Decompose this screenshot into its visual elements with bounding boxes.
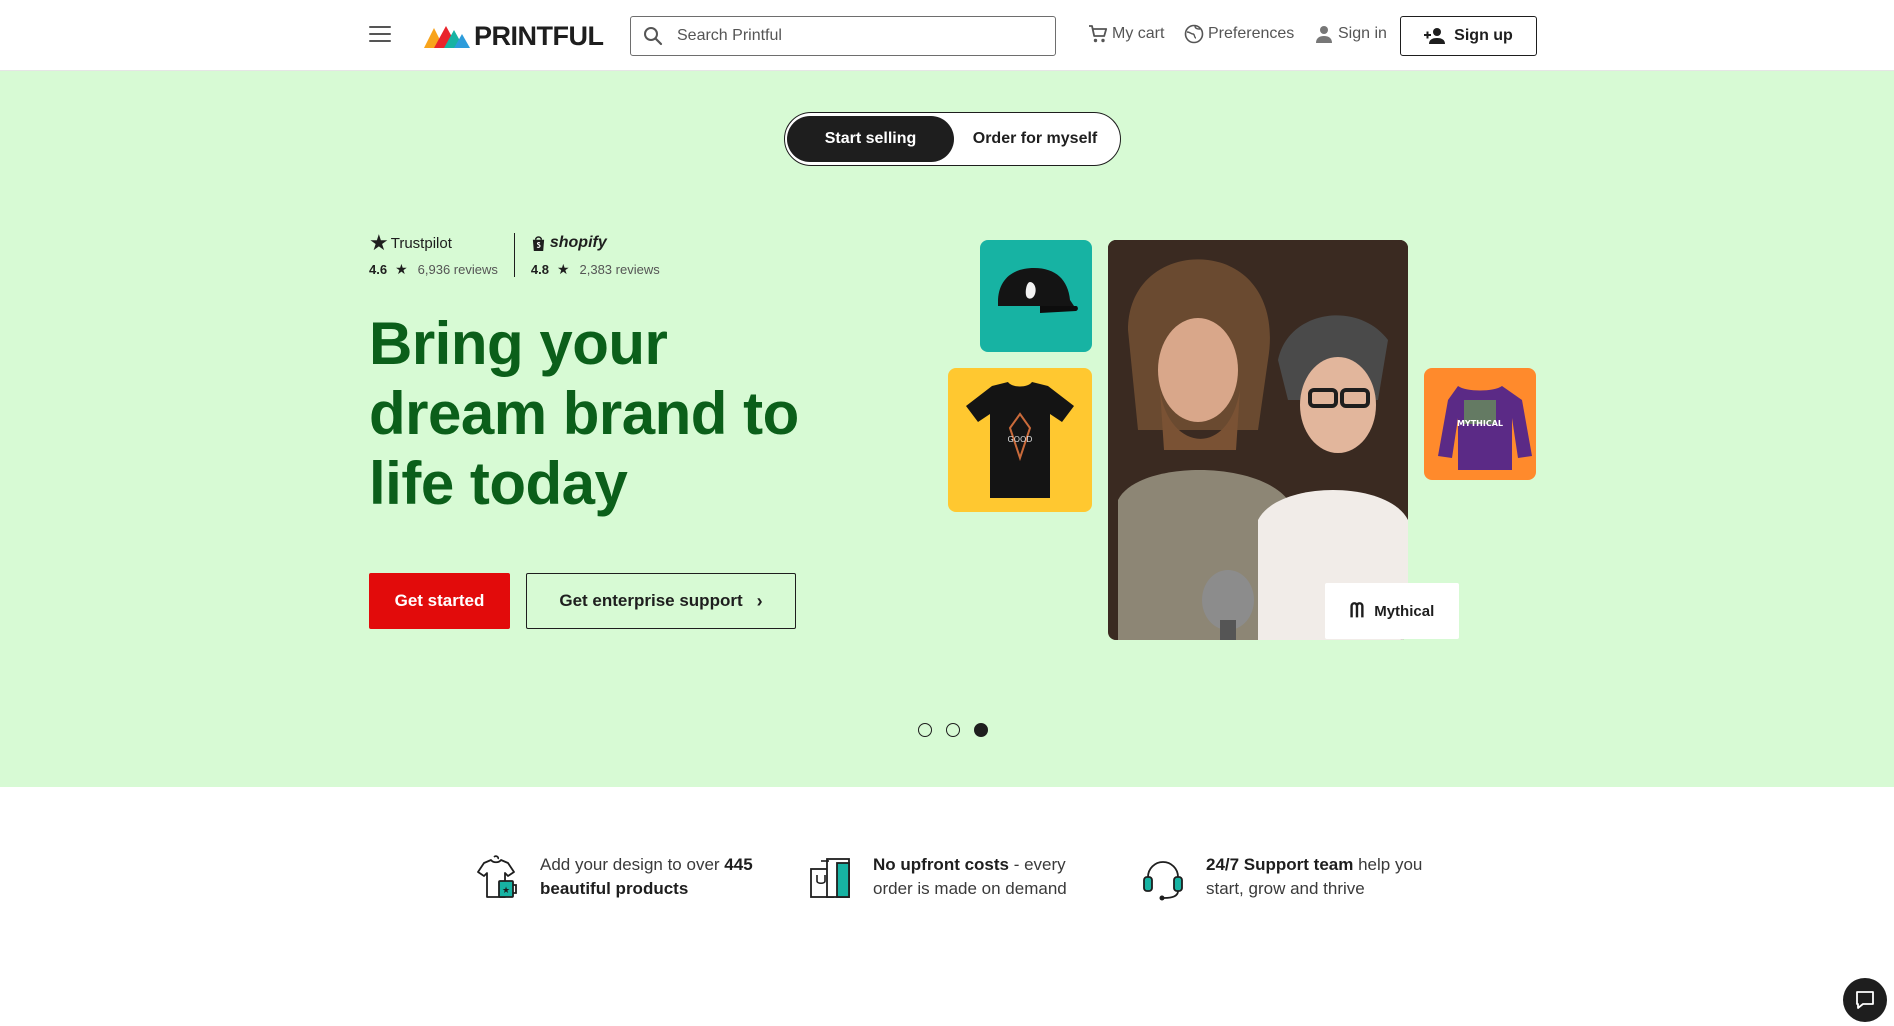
get-started-button[interactable]: Get started — [369, 573, 510, 629]
purple-sweatshirt-image: MYTHICAL — [1424, 368, 1536, 480]
svg-text:GOOD: GOOD — [1008, 435, 1033, 444]
sign-up-button[interactable]: Sign up — [1400, 16, 1537, 56]
shopify-rating[interactable]: shopify 4.8 ★ 2,383 reviews — [531, 231, 660, 278]
svg-text:MYTHICAL: MYTHICAL — [1457, 419, 1503, 428]
star-icon: ★ — [556, 261, 570, 277]
user-icon — [1316, 26, 1332, 43]
star-icon: ★ — [395, 261, 408, 277]
chevron-right-icon: › — [756, 590, 763, 611]
site-header: PRINTFUL My cart Preferences Sign in — [0, 0, 1894, 71]
carousel-dot-3[interactable] — [974, 723, 988, 737]
enterprise-support-button[interactable]: Get enterprise support › — [526, 573, 796, 629]
logo-wordmark: PRINTFUL — [474, 20, 604, 51]
chat-bubble-icon — [1856, 991, 1874, 1009]
shopping-bag-icon — [810, 858, 850, 898]
mythical-hosts-photo — [1108, 240, 1408, 640]
add-user-icon — [1424, 28, 1446, 44]
hero-section: Start selling Order for myself ★ Trustpi… — [0, 71, 1894, 787]
globe-icon — [1184, 24, 1204, 44]
shopify-bag-icon — [532, 235, 544, 251]
cart-icon — [1089, 25, 1108, 43]
hero-headline: Bring your dream brand to life today — [369, 310, 799, 517]
shopify-reviews: 2,383 reviews — [579, 262, 660, 277]
my-cart-label: My cart — [1112, 25, 1165, 42]
sign-in-link[interactable]: Sign in — [1314, 24, 1387, 44]
search-icon — [644, 27, 663, 46]
feature-costs-highlight: No upfront costs — [873, 855, 1009, 874]
start-selling-tab[interactable]: Start selling — [787, 116, 954, 162]
feature-no-upfront-costs: No upfront costs - every order is made o… — [807, 853, 1093, 901]
tshirt-mug-icon: ★ — [477, 855, 517, 898]
mythical-logo-icon: ᗰ — [1349, 599, 1365, 622]
mythical-brand-badge: ᗰ Mythical — [1325, 583, 1459, 639]
chat-widget-button[interactable] — [1843, 978, 1887, 1022]
svg-text:★: ★ — [502, 886, 510, 896]
search-box[interactable] — [630, 16, 1056, 56]
shopify-brand: shopify — [549, 234, 607, 251]
menu-icon[interactable] — [369, 26, 391, 44]
shopify-score: 4.8 — [530, 262, 549, 277]
feature-products: ★ Add your design to over 445 beautiful … — [474, 853, 780, 901]
preferences-link[interactable]: Preferences — [1184, 24, 1294, 44]
feature-products-text: Add your design to over — [540, 855, 725, 874]
audience-toggle: Start selling Order for myself — [784, 112, 1121, 166]
preferences-label: Preferences — [1208, 25, 1295, 42]
feature-support: 24/7 Support team help you start, grow a… — [1140, 853, 1456, 901]
enterprise-support-label: Get enterprise support — [559, 591, 743, 610]
sign-up-label: Sign up — [1454, 27, 1513, 44]
printful-logo-mark-icon — [424, 26, 470, 48]
trustpilot-star-icon: ★ — [369, 230, 389, 255]
printful-logo[interactable]: PRINTFUL — [424, 20, 604, 51]
ratings-divider — [513, 233, 515, 277]
trustpilot-rating[interactable]: ★ Trustpilot 4.6 ★ 6,936 reviews — [369, 231, 498, 278]
carousel-dots — [918, 723, 1002, 737]
trucker-cap-image — [980, 240, 1092, 352]
order-for-myself-tab[interactable]: Order for myself — [954, 116, 1116, 162]
sign-in-label: Sign in — [1338, 25, 1387, 42]
feature-support-highlight: 24/7 Support team — [1206, 855, 1354, 874]
ratings-row: ★ Trustpilot 4.6 ★ 6,936 reviews shopify… — [369, 231, 660, 278]
carousel-dot-1[interactable] — [918, 723, 932, 737]
search-input[interactable] — [677, 27, 1037, 45]
headset-icon — [1143, 861, 1183, 901]
trustpilot-score: 4.6 — [369, 262, 388, 277]
trustpilot-reviews: 6,936 reviews — [417, 262, 498, 277]
my-cart-link[interactable]: My cart — [1088, 24, 1164, 44]
carousel-dot-2[interactable] — [946, 723, 960, 737]
trustpilot-brand: Trustpilot — [390, 234, 452, 252]
mythical-badge-label: Mythical — [1374, 602, 1435, 620]
black-tshirt-image: GOOD — [948, 368, 1092, 512]
